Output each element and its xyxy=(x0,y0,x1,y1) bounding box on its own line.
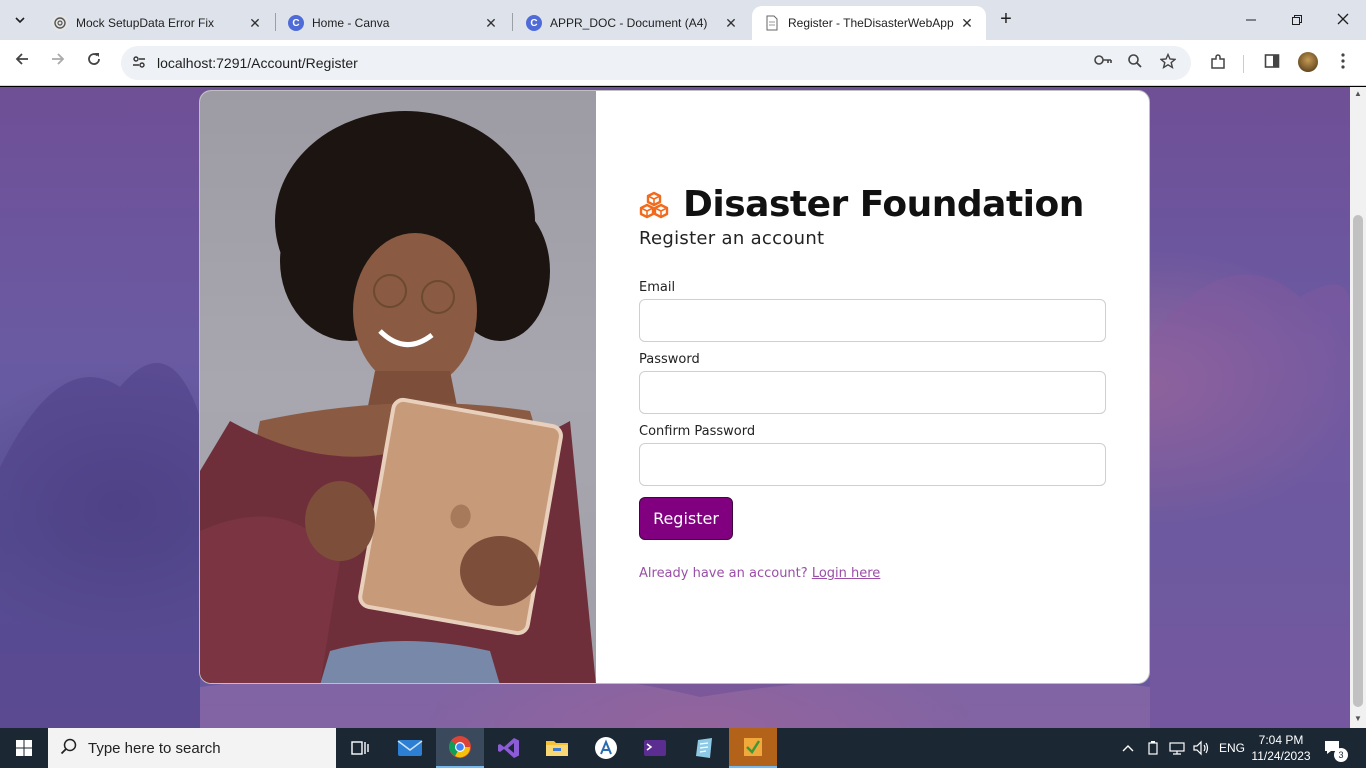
canva-icon: C xyxy=(288,15,304,31)
tab-separator xyxy=(512,13,513,31)
scroll-up-icon[interactable]: ▲ xyxy=(1350,87,1366,101)
page-icon xyxy=(764,15,780,31)
password-field[interactable] xyxy=(639,371,1106,414)
file-explorer-icon[interactable] xyxy=(533,728,581,768)
woman-with-tablet-image xyxy=(200,111,596,683)
scroll-down-icon[interactable]: ▼ xyxy=(1350,712,1366,726)
extensions-icon[interactable] xyxy=(1207,53,1229,73)
scrollbar-thumb[interactable] xyxy=(1353,215,1363,707)
close-icon[interactable]: ✕ xyxy=(958,15,976,32)
brand-title: Disaster Foundation xyxy=(683,184,1084,225)
search-placeholder: Type here to search xyxy=(88,740,221,757)
tab-strip: Mock SetupData Error Fix ✕ C Home - Canv… xyxy=(0,0,1366,40)
page-viewport: Disaster Foundation Register an account … xyxy=(0,87,1350,728)
url-text[interactable]: localhost:7291/Account/Register xyxy=(157,55,358,71)
minimize-icon xyxy=(1246,19,1256,21)
tab-title: Register - TheDisasterWebApp xyxy=(788,16,954,30)
email-label: Email xyxy=(639,280,676,295)
volume-icon[interactable] xyxy=(1192,728,1210,768)
page-scrollbar[interactable]: ▲ ▼ xyxy=(1350,87,1366,728)
browser-toolbar: localhost:7291/Account/Register xyxy=(0,40,1366,86)
mail-app-icon[interactable] xyxy=(386,728,434,768)
clock[interactable]: 7:04 PM 11/24/2023 xyxy=(1250,728,1312,768)
arrow-right-icon xyxy=(52,53,65,65)
taskbar-search[interactable]: Type here to search xyxy=(48,728,336,768)
restore-button[interactable] xyxy=(1274,0,1320,40)
language-indicator[interactable]: ENG xyxy=(1219,728,1245,768)
search-icon xyxy=(60,738,78,761)
password-label: Password xyxy=(639,352,700,367)
app-a-icon[interactable] xyxy=(582,728,630,768)
confirm-password-label: Confirm Password xyxy=(639,424,756,439)
menu-kebab-icon[interactable] xyxy=(1332,53,1354,73)
clock-time: 7:04 PM xyxy=(1258,733,1304,747)
tray-overflow-icon[interactable] xyxy=(1121,728,1135,768)
profile-avatar[interactable] xyxy=(1298,52,1318,72)
clock-date: 11/24/2023 xyxy=(1251,749,1311,763)
brand-heading: Disaster Foundation xyxy=(639,184,1084,225)
tab-mock-setupdata[interactable]: Mock SetupData Error Fix ✕ xyxy=(40,6,274,40)
toolbar-divider xyxy=(1243,55,1244,73)
close-icon xyxy=(1337,13,1349,25)
reload-button[interactable] xyxy=(80,49,108,77)
notepad-app-icon[interactable] xyxy=(680,728,728,768)
back-button[interactable] xyxy=(8,49,36,77)
close-icon[interactable]: ✕ xyxy=(722,15,740,32)
login-prompt-text: Already have an account? xyxy=(639,566,808,581)
canva-icon: C xyxy=(526,15,542,31)
tab-appr-doc[interactable]: C APPR_DOC - Document (A4) ✕ xyxy=(514,6,750,40)
register-form: Disaster Foundation Register an account … xyxy=(639,91,1109,683)
chatgpt-icon xyxy=(52,15,68,31)
notifications-button[interactable]: 3 xyxy=(1322,728,1348,768)
cubes-icon xyxy=(639,191,669,218)
register-button[interactable]: Register xyxy=(639,497,733,540)
chevron-down-icon xyxy=(15,17,25,24)
email-field[interactable] xyxy=(639,299,1106,342)
battery-icon[interactable] xyxy=(1145,728,1161,768)
terminal-app-icon[interactable] xyxy=(631,728,679,768)
network-icon[interactable] xyxy=(1168,728,1186,768)
taskbar: Type here to search ENG 7:04 PM 11/24/20… xyxy=(0,728,1366,768)
page-subtitle: Register an account xyxy=(639,228,825,249)
restore-icon xyxy=(1292,15,1302,25)
arrow-left-icon xyxy=(15,53,28,65)
register-card: Disaster Foundation Register an account … xyxy=(199,90,1150,684)
hero-photo xyxy=(200,91,596,683)
key-icon[interactable] xyxy=(1092,53,1114,73)
reload-icon xyxy=(88,53,100,65)
notification-badge: 3 xyxy=(1334,748,1348,762)
login-prompt-row: Already have an account? Login here xyxy=(639,566,880,581)
confirm-password-field[interactable] xyxy=(639,443,1106,486)
forward-button[interactable] xyxy=(44,49,72,77)
tab-title: APPR_DOC - Document (A4) xyxy=(550,16,708,30)
task-view-icon[interactable] xyxy=(336,728,384,768)
app-orange-icon[interactable] xyxy=(729,728,777,768)
tab-home-canva[interactable]: C Home - Canva ✕ xyxy=(276,6,510,40)
new-tab-button[interactable]: + xyxy=(994,8,1018,32)
close-icon[interactable]: ✕ xyxy=(246,15,264,32)
close-window-button[interactable] xyxy=(1320,0,1366,40)
chrome-app-icon[interactable] xyxy=(436,728,484,768)
tab-register[interactable]: Register - TheDisasterWebApp ✕ xyxy=(752,6,986,40)
start-button[interactable] xyxy=(0,728,48,768)
tab-title: Home - Canva xyxy=(312,16,390,30)
site-settings-icon[interactable] xyxy=(130,54,148,72)
minimize-button[interactable] xyxy=(1228,0,1274,40)
tab-search-button[interactable] xyxy=(8,8,32,32)
windows-logo-icon xyxy=(16,740,32,756)
zoom-icon[interactable] xyxy=(1124,53,1146,73)
login-link[interactable]: Login here xyxy=(812,566,881,581)
tab-title: Mock SetupData Error Fix xyxy=(76,16,215,30)
side-panel-icon[interactable] xyxy=(1261,53,1283,73)
visual-studio-icon[interactable] xyxy=(485,728,533,768)
address-bar[interactable]: localhost:7291/Account/Register xyxy=(121,46,1191,80)
bookmark-star-icon[interactable] xyxy=(1157,52,1179,73)
close-icon[interactable]: ✕ xyxy=(482,15,500,32)
